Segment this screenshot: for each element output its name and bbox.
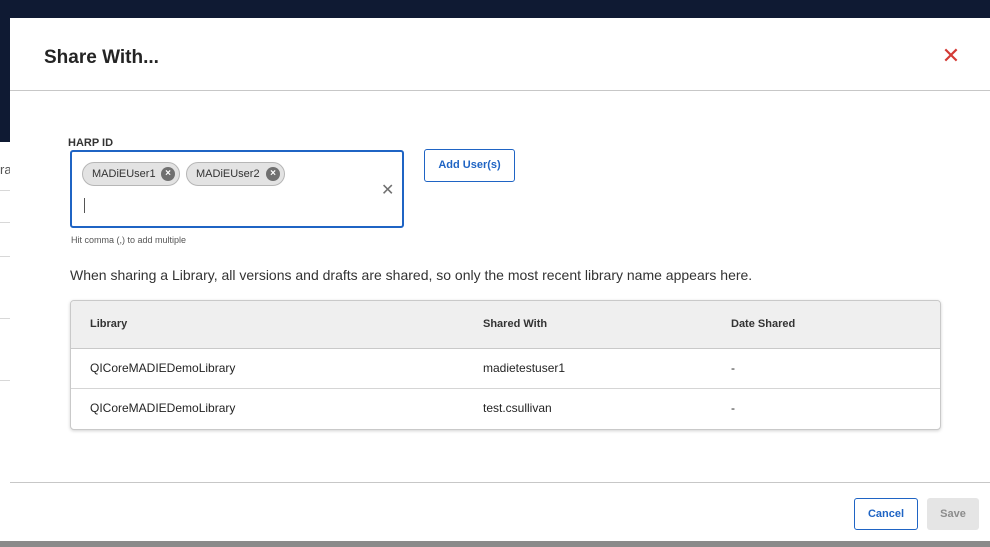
table-row: QICoreMADIEDemoLibrary madietestuser1 -: [71, 349, 940, 389]
cell-library: QICoreMADIEDemoLibrary: [90, 401, 236, 415]
helper-text: Hit comma (,) to add multiple: [71, 235, 187, 245]
sharing-notice: When sharing a Library, all versions and…: [70, 267, 753, 283]
background-divider: [0, 190, 10, 191]
cell-date-shared: -: [731, 361, 735, 375]
background-divider: [0, 380, 10, 381]
background-divider: [0, 318, 10, 319]
harp-id-input[interactable]: MADiEUser1 × MADiEUser2 × ✕: [70, 150, 404, 228]
table-header: Library Shared With Date Shared: [71, 301, 940, 349]
background-divider: [0, 256, 10, 257]
share-dialog: Share With... ✕ HARP ID MADiEUser1 × MAD…: [10, 18, 990, 541]
column-header-date-shared: Date Shared: [731, 318, 796, 330]
cell-library: QICoreMADIEDemoLibrary: [90, 361, 236, 375]
add-users-button[interactable]: Add User(s): [424, 149, 515, 182]
harp-id-label: HARP ID: [68, 137, 114, 149]
clear-input-icon[interactable]: ✕: [381, 183, 394, 199]
background-divider: [0, 222, 10, 223]
remove-chip-icon[interactable]: ×: [266, 167, 280, 181]
column-header-library: Library: [90, 318, 128, 330]
user-chip: MADiEUser1 ×: [82, 162, 180, 186]
cancel-button[interactable]: Cancel: [854, 498, 918, 530]
background-bottom-strip: [0, 541, 990, 547]
save-button[interactable]: Save: [927, 498, 979, 530]
chip-label: MADiEUser2: [196, 168, 260, 180]
text-caret: [84, 198, 85, 213]
cell-shared-with: test.csullivan: [483, 401, 552, 415]
dialog-footer: Cancel Save: [10, 482, 990, 541]
user-chip: MADiEUser2 ×: [186, 162, 285, 186]
cell-shared-with: madietestuser1: [483, 361, 566, 375]
dialog-header: Share With... ✕: [10, 18, 990, 91]
dialog-title: Share With...: [44, 47, 159, 68]
close-icon[interactable]: ✕: [939, 44, 963, 68]
remove-chip-icon[interactable]: ×: [161, 167, 175, 181]
cell-date-shared: -: [731, 401, 735, 415]
table-row: QICoreMADIEDemoLibrary test.csullivan -: [71, 389, 940, 429]
chip-label: MADiEUser1: [92, 168, 156, 180]
shared-users-table: Library Shared With Date Shared QICoreMA…: [70, 300, 941, 430]
column-header-shared-with: Shared With: [483, 318, 548, 330]
